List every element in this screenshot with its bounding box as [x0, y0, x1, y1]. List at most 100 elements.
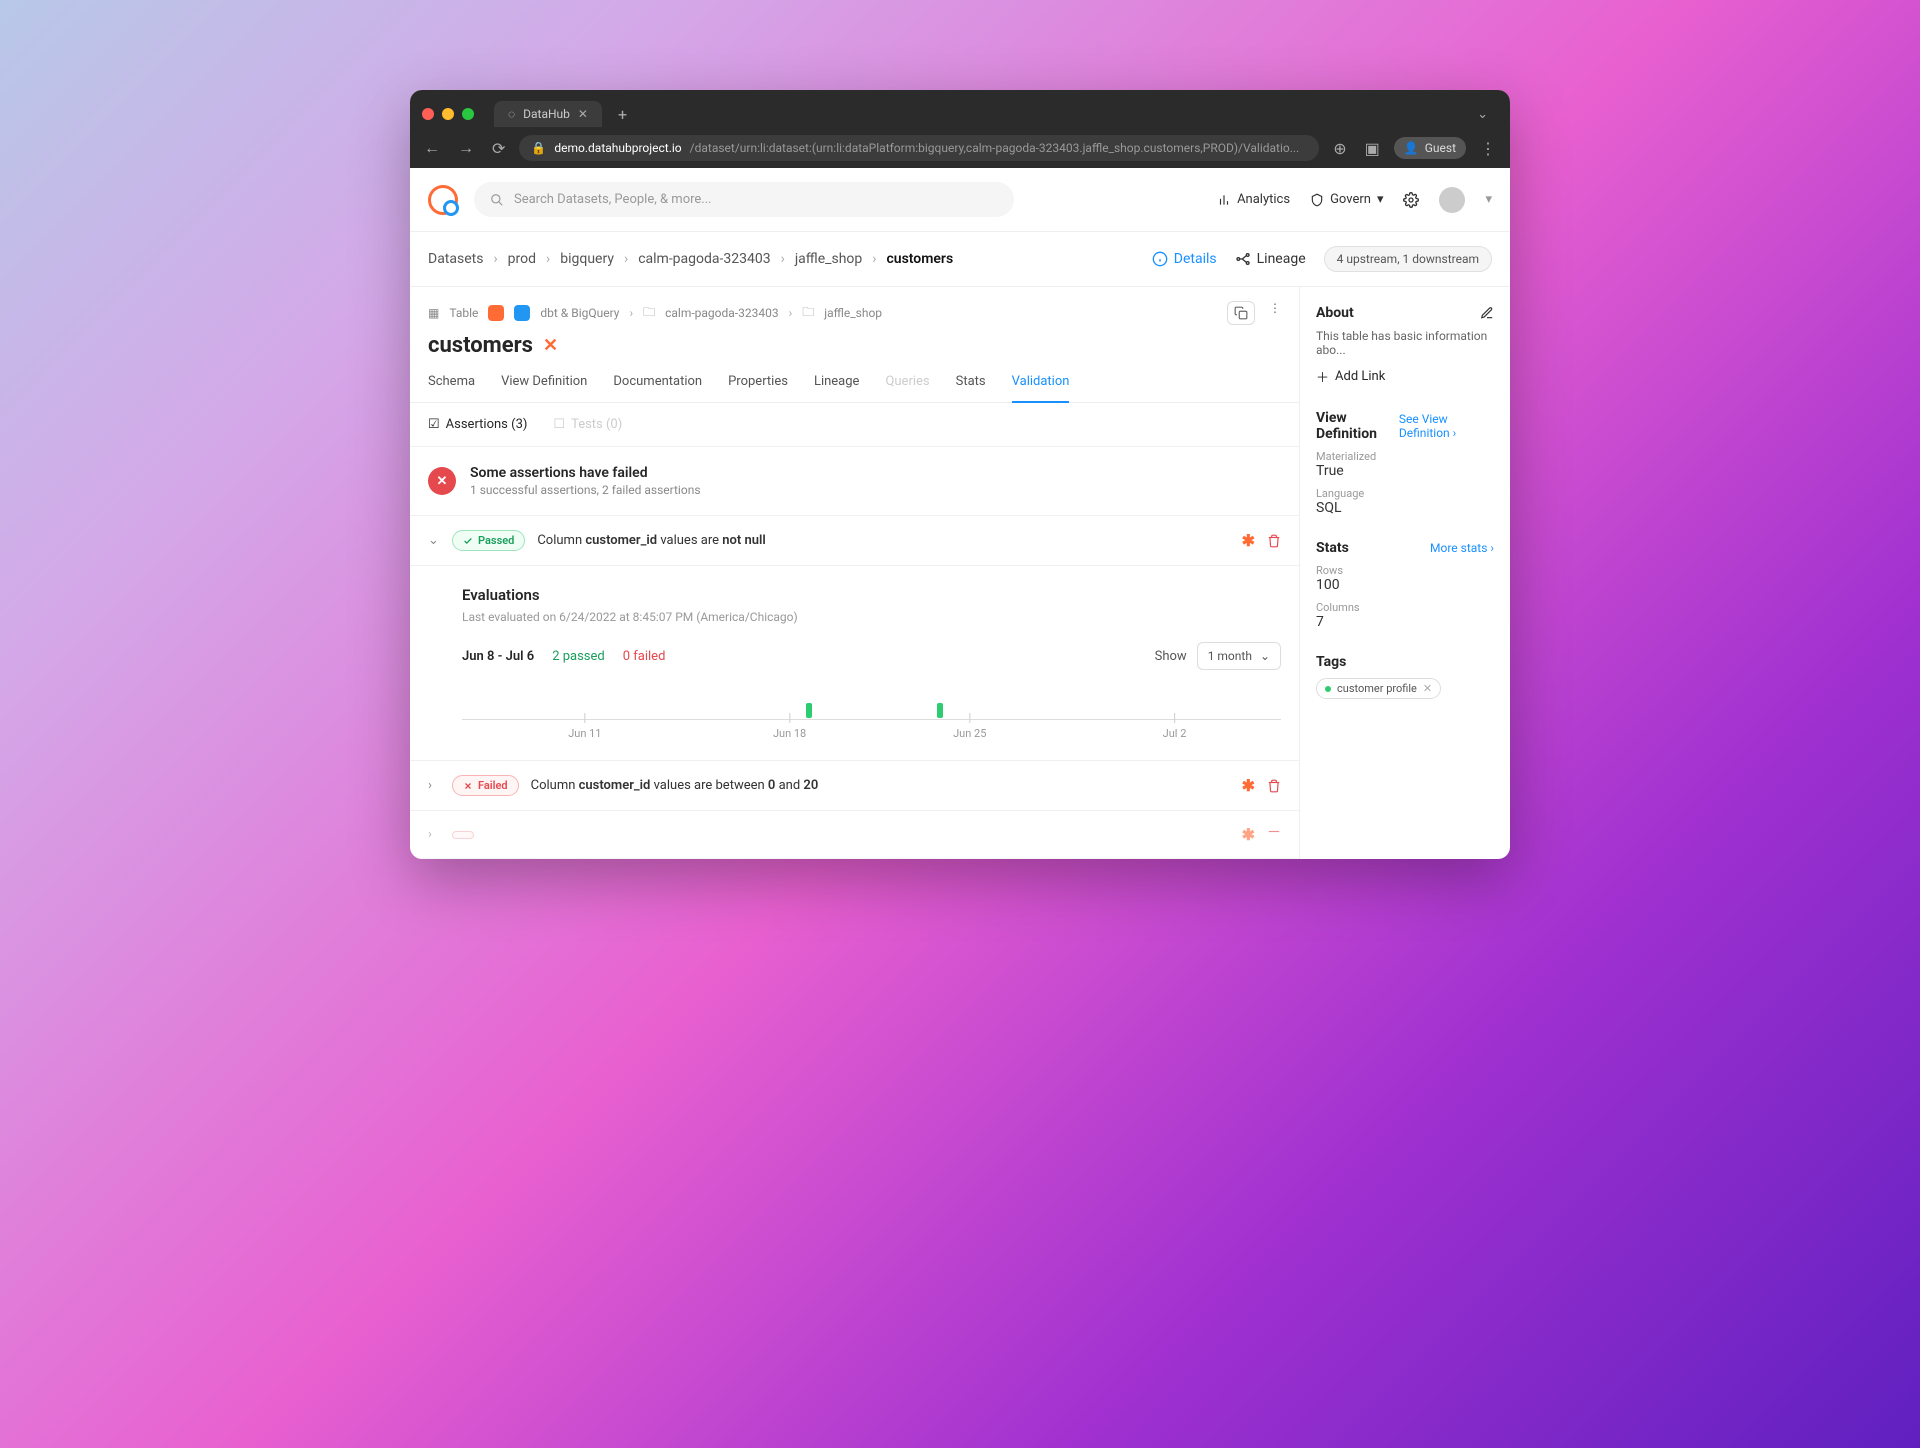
search-icon	[490, 193, 504, 207]
gear-icon	[1403, 192, 1419, 208]
kebab-menu-icon[interactable]: ⋮	[1476, 135, 1500, 162]
breadcrumb-item[interactable]: jaffle_shop	[795, 251, 862, 267]
window-minimize-button[interactable]	[442, 108, 454, 120]
stats-link[interactable]: More stats ›	[1430, 541, 1494, 555]
evaluations-meta: Last evaluated on 6/24/2022 at 8:45:07 P…	[462, 610, 1281, 624]
tab-close-button[interactable]: ✕	[578, 107, 588, 121]
window-maximize-button[interactable]	[462, 108, 474, 120]
subtab-tests: ☐ Tests (0)	[553, 417, 622, 432]
language-label: Language	[1316, 487, 1494, 500]
settings-button[interactable]	[1403, 192, 1419, 208]
breadcrumb-item[interactable]: bigquery	[560, 251, 614, 267]
panel-icon[interactable]: ▣	[1361, 135, 1384, 162]
tab-properties[interactable]: Properties	[728, 374, 788, 402]
test-icon: ☐	[553, 417, 565, 432]
zoom-icon[interactable]: ⊕	[1329, 135, 1350, 162]
breadcrumb-item[interactable]: prod	[508, 251, 536, 267]
lineage-label: Lineage	[1257, 251, 1306, 267]
tab-lineage[interactable]: Lineage	[814, 374, 860, 402]
chevron-down-icon[interactable]: ⌄	[1477, 107, 1498, 122]
lineage-link[interactable]: Lineage	[1235, 251, 1306, 267]
entity-header: ▦ Table dbt & BigQuery › 🗀 calm-pagoda-3…	[410, 287, 1299, 358]
datahub-logo[interactable]	[428, 185, 458, 215]
lock-icon: 🔒	[531, 141, 546, 155]
entity-type: Table	[449, 306, 478, 320]
tag-chip[interactable]: customer profile ✕	[1316, 678, 1441, 699]
columns-label: Columns	[1316, 601, 1494, 614]
govern-label: Govern	[1330, 192, 1371, 207]
entity-crumb[interactable]: jaffle_shop	[824, 306, 882, 320]
range-select[interactable]: 1 month ⌄	[1197, 642, 1281, 670]
avatar[interactable]	[1439, 187, 1465, 213]
tab-stats[interactable]: Stats	[956, 374, 986, 402]
lineage-summary-pill[interactable]: 4 upstream, 1 downstream	[1324, 246, 1492, 272]
edit-icon[interactable]	[1480, 306, 1494, 320]
status-badge: Failed	[452, 775, 519, 796]
status-badge: Passed	[452, 530, 525, 551]
analytics-label: Analytics	[1237, 192, 1290, 207]
show-label: Show	[1155, 649, 1187, 664]
app-header: Search Datasets, People, & more... Analy…	[410, 168, 1510, 232]
page-title: customers	[428, 333, 533, 358]
govern-dropdown[interactable]: Govern ▾	[1310, 192, 1383, 207]
forward-button[interactable]: →	[454, 134, 478, 162]
window-close-button[interactable]	[422, 108, 434, 120]
entity-tabs: Schema View Definition Documentation Pro…	[410, 362, 1299, 403]
dbt-close-icon[interactable]: ✕	[543, 335, 558, 356]
assertion-row[interactable]: › ✱	[410, 811, 1299, 859]
dbt-icon	[488, 305, 504, 321]
expand-chevron-icon[interactable]: ›	[428, 778, 440, 793]
alert-title: Some assertions have failed	[470, 465, 701, 481]
details-link[interactable]: Details	[1152, 251, 1217, 267]
evaluations-panel: Evaluations Last evaluated on 6/24/2022 …	[410, 566, 1299, 761]
delete-button[interactable]	[1267, 534, 1281, 548]
collapse-chevron-icon[interactable]: ⌄	[428, 533, 440, 548]
address-bar[interactable]: 🔒 demo.datahubproject.io/dataset/urn:li:…	[519, 135, 1319, 161]
chevron-down-icon: ▾	[1377, 192, 1384, 207]
viewdef-link[interactable]: See View Definition ›	[1399, 412, 1494, 440]
search-placeholder: Search Datasets, People, & more...	[514, 192, 712, 207]
assertion-alert-banner: ✕ Some assertions have failed 1 successf…	[410, 447, 1299, 516]
search-input[interactable]: Search Datasets, People, & more...	[474, 182, 1014, 217]
profile-badge[interactable]: 👤 Guest	[1394, 137, 1466, 159]
rows-label: Rows	[1316, 564, 1494, 577]
add-link-button[interactable]: ＋ Add Link	[1316, 367, 1494, 386]
materialized-value: True	[1316, 463, 1494, 479]
delete-button[interactable]	[1267, 779, 1281, 793]
reload-button[interactable]: ⟳	[488, 135, 509, 162]
url-domain: demo.datahubproject.io	[554, 141, 681, 155]
analytics-link[interactable]: Analytics	[1217, 192, 1290, 207]
breadcrumb-current: customers	[886, 251, 953, 267]
tab-validation[interactable]: Validation	[1012, 374, 1070, 403]
expand-chevron-icon[interactable]: ›	[428, 827, 440, 842]
breadcrumb: Datasets › prod › bigquery › calm-pagoda…	[410, 232, 1510, 287]
tab-schema[interactable]: Schema	[428, 374, 475, 402]
assertion-row[interactable]: ⌄ Passed Column customer_id values are n…	[410, 516, 1299, 566]
breadcrumb-item[interactable]: calm-pagoda-323403	[638, 251, 770, 267]
url-path: /dataset/urn:li:dataset:(urn:li:dataPlat…	[690, 141, 1300, 155]
delete-button[interactable]	[1267, 828, 1281, 842]
subtab-assertions[interactable]: ☑ Assertions (3)	[428, 417, 527, 432]
about-title: About	[1316, 305, 1354, 321]
tab-documentation[interactable]: Documentation	[613, 374, 702, 402]
checklist-icon: ☑	[428, 417, 440, 432]
failed-count: 0 failed	[623, 649, 666, 664]
lineage-icon	[1235, 251, 1251, 267]
assertion-row[interactable]: › Failed Column customer_id values are b…	[410, 761, 1299, 811]
back-button[interactable]: ←	[420, 134, 444, 162]
remove-tag-icon[interactable]: ✕	[1423, 682, 1432, 695]
language-value: SQL	[1316, 500, 1494, 516]
stats-title: Stats	[1316, 540, 1349, 556]
more-actions-button[interactable]: ⋮	[1269, 301, 1281, 325]
assertion-description: Column customer_id values are between 0 …	[531, 778, 819, 793]
breadcrumb-root[interactable]: Datasets	[428, 251, 483, 267]
copy-button[interactable]	[1227, 301, 1255, 325]
entity-crumb[interactable]: calm-pagoda-323403	[665, 306, 779, 320]
browser-tab[interactable]: ◌ DataHub ✕	[494, 101, 602, 127]
new-tab-button[interactable]: +	[610, 105, 635, 124]
chevron-down-icon[interactable]: ▾	[1485, 192, 1492, 207]
viewdef-title: View Definition	[1316, 410, 1399, 442]
tab-view-definition[interactable]: View Definition	[501, 374, 587, 402]
dbt-icon: ✱	[1242, 776, 1255, 795]
tab-favicon: ◌	[508, 107, 515, 121]
